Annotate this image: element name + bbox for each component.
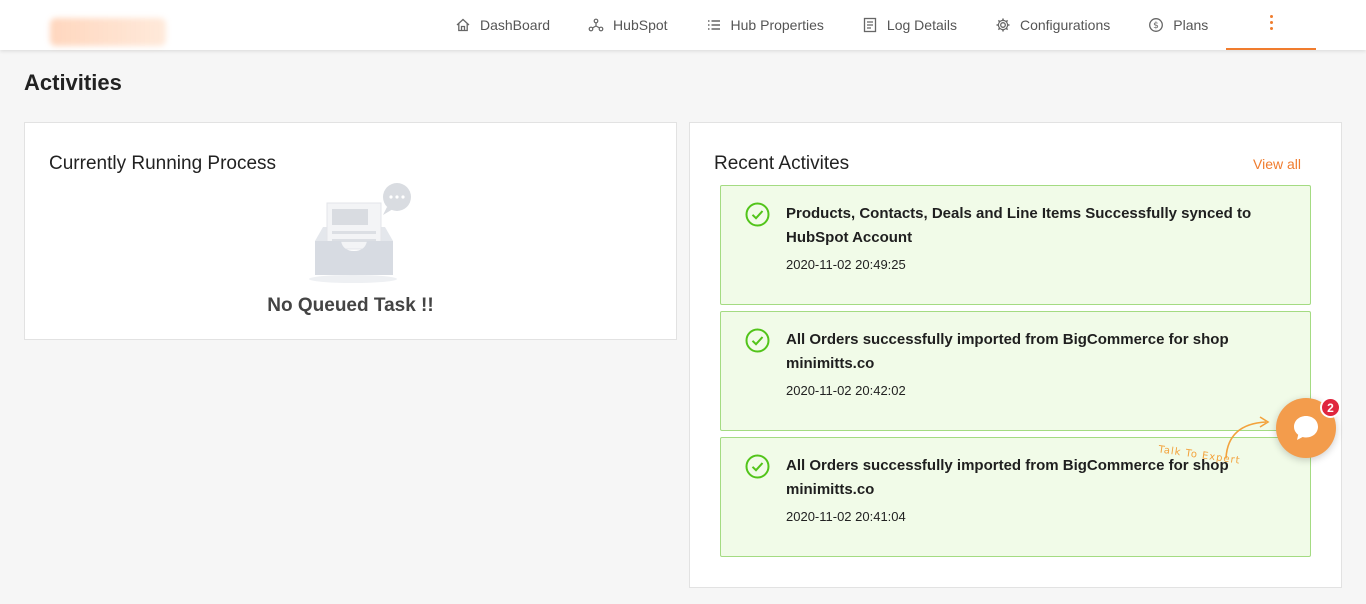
nav-more-tab[interactable]	[1226, 0, 1316, 50]
nav-plans-label: Plans	[1173, 17, 1209, 33]
home-icon	[456, 18, 470, 32]
notification-badge: 2	[1320, 397, 1341, 418]
page-title: Activities	[24, 70, 122, 95]
svg-text:$: $	[1153, 21, 1159, 31]
view-all-link[interactable]: View all	[1253, 156, 1301, 172]
running-process-title: Currently Running Process	[49, 153, 277, 174]
dollar-icon: $	[1149, 18, 1164, 32]
activity-time: 2020-11-02 20:42:02	[786, 383, 906, 398]
recent-activities-title: Recent Activites	[714, 153, 850, 174]
nav-hub-properties[interactable]: Hub Properties	[706, 0, 824, 50]
gear-icon	[996, 18, 1010, 32]
recent-activities-card: Recent Activites View all Products, Cont…	[689, 122, 1342, 588]
check-circle-icon	[745, 328, 770, 353]
check-circle-icon	[745, 454, 770, 479]
list-icon	[707, 20, 720, 30]
chat-bubble-icon	[1294, 416, 1318, 440]
nav-dashboard[interactable]: DashBoard	[455, 0, 550, 50]
activity-text: All Orders successfully imported from Bi…	[786, 331, 1229, 372]
nav-hubspot-label: HubSpot	[613, 17, 668, 33]
top-nav-bar: DashBoard HubSpot Hub Properties Log Det…	[0, 0, 1366, 50]
kebab-menu-icon	[1269, 13, 1273, 48]
brand-logo[interactable]	[50, 18, 166, 46]
activity-text: Products, Contacts, Deals and Line Items…	[786, 205, 1252, 246]
activity-item: Products, Contacts, Deals and Line Items…	[720, 185, 1311, 305]
nav-dashboard-label: DashBoard	[480, 17, 551, 33]
nav-log-details-label: Log Details	[886, 17, 957, 33]
inbox-chat-illustration	[309, 183, 411, 283]
hubspot-icon	[588, 18, 604, 32]
empty-state-text: No Queued Task !!	[267, 295, 434, 316]
nav-log-details[interactable]: Log Details	[862, 0, 957, 50]
nav-plans[interactable]: $ Plans	[1148, 0, 1208, 50]
nav-hubspot[interactable]: HubSpot	[588, 0, 668, 50]
nav-configurations[interactable]: Configurations	[995, 0, 1110, 50]
document-icon	[863, 17, 877, 33]
activity-time: 2020-11-02 20:49:25	[786, 257, 906, 272]
main-nav: DashBoard HubSpot Hub Properties Log Det…	[455, 0, 1246, 50]
nav-hub-properties-label: Hub Properties	[730, 17, 824, 33]
activity-time: 2020-11-02 20:41:04	[786, 509, 906, 524]
nav-configurations-label: Configurations	[1019, 17, 1111, 33]
running-process-card: Currently Running Process No Queued Task…	[24, 122, 677, 340]
check-circle-icon	[745, 202, 770, 227]
